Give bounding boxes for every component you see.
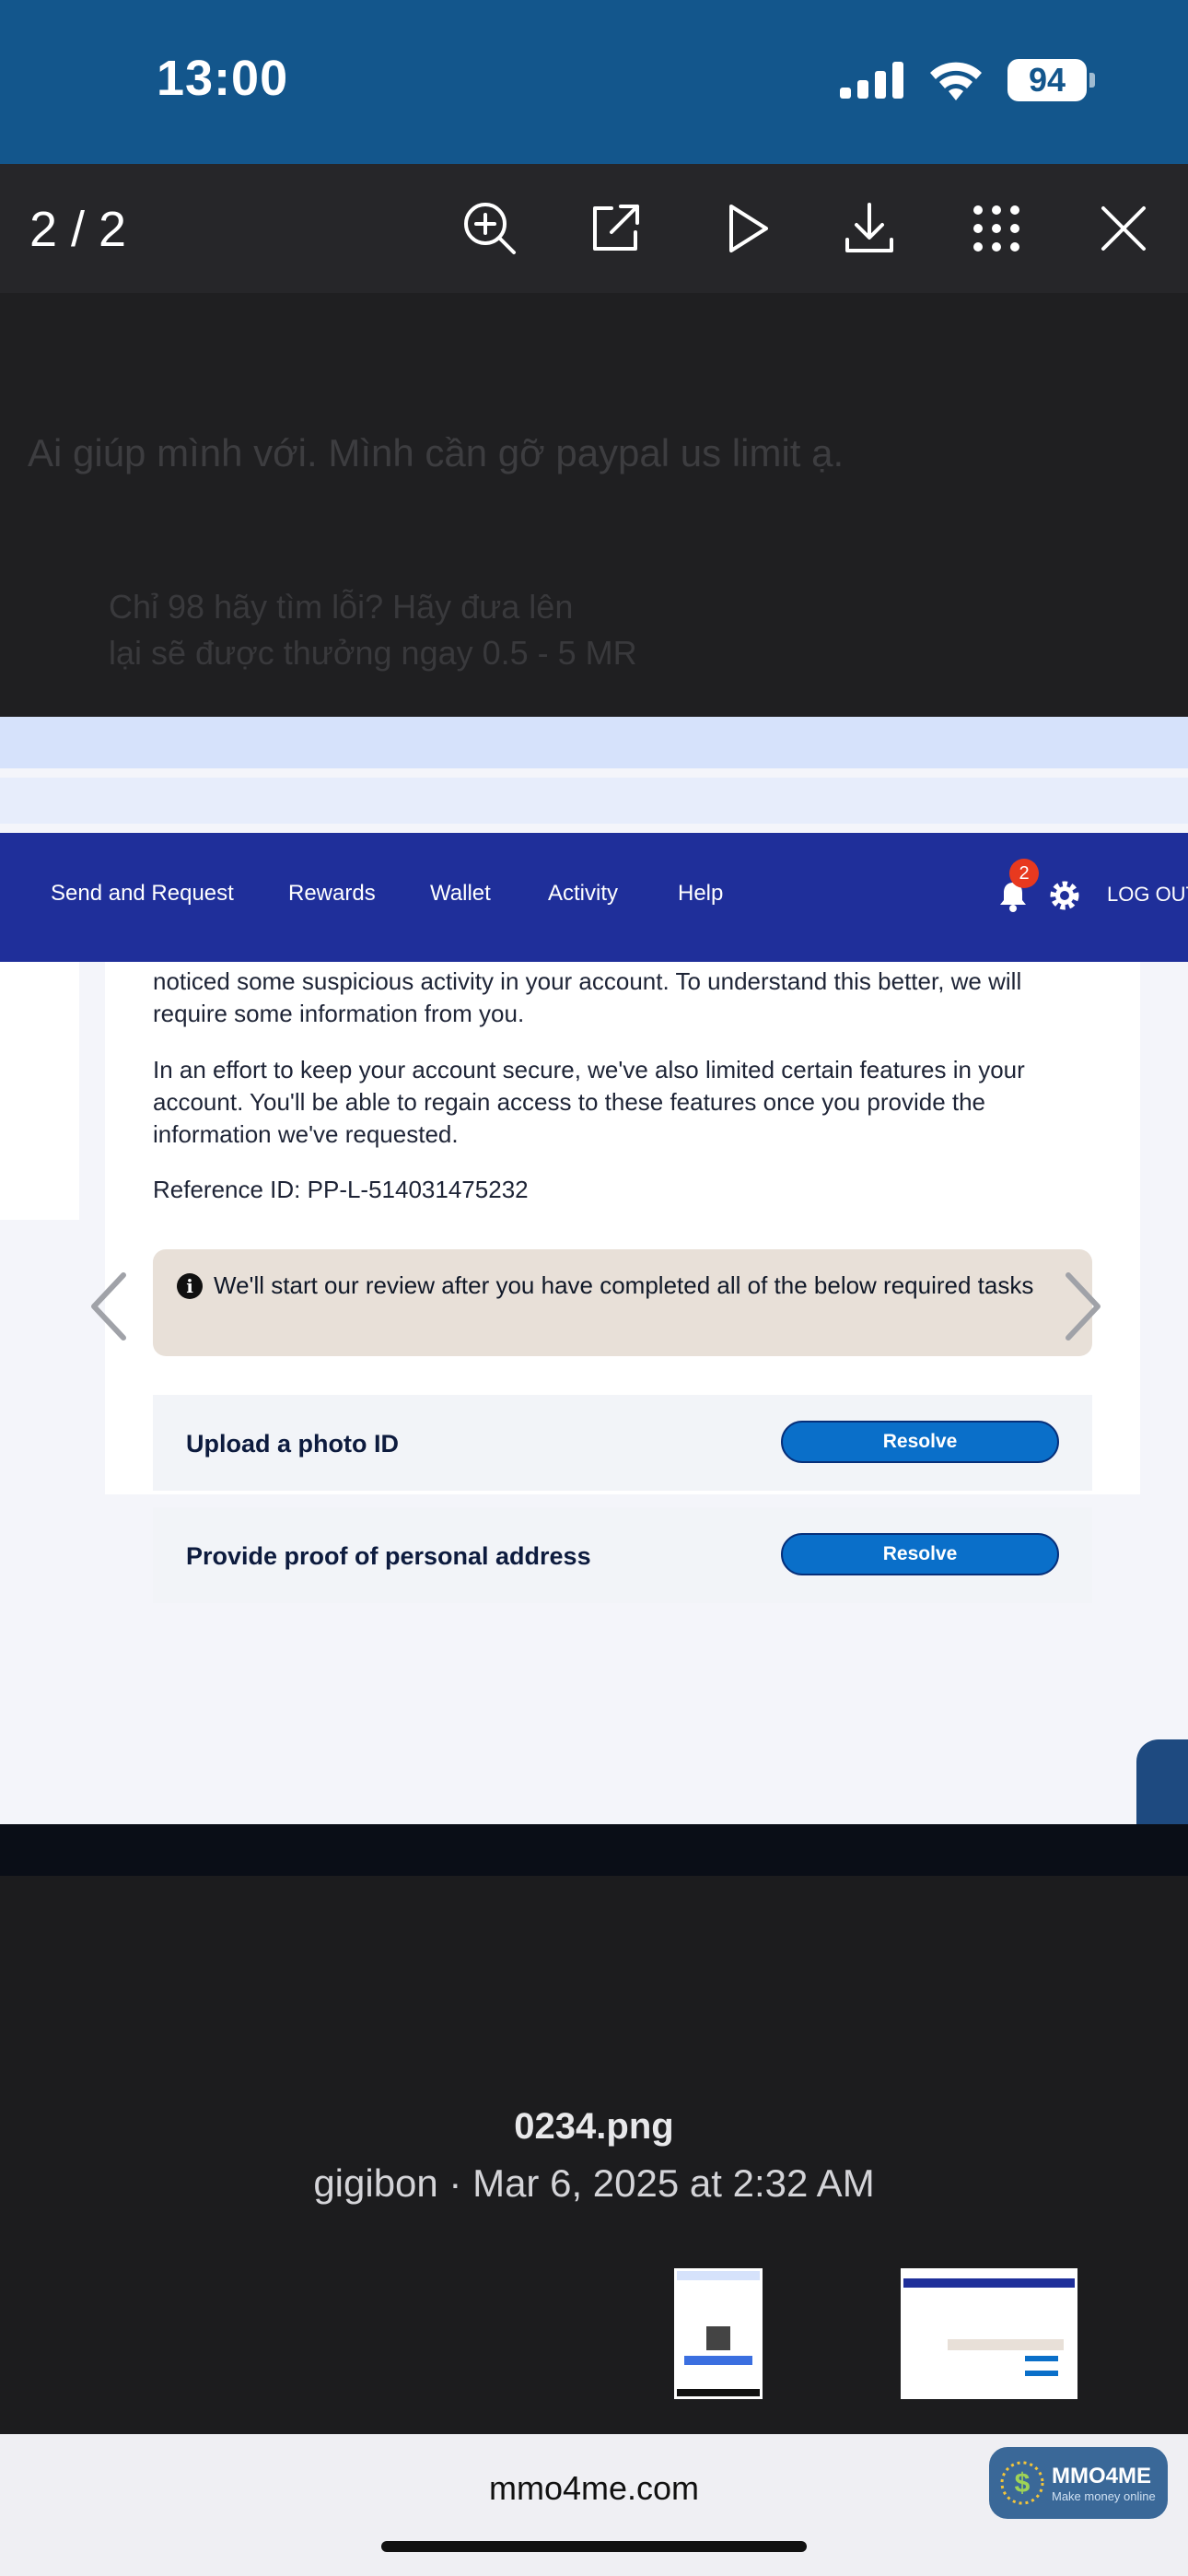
zoom-in-icon [464,203,516,254]
review-alert: i We'll start our review after you have … [153,1249,1092,1356]
image-caption: 0234.png gigibon · Mar 6, 2025 at 2:32 A… [0,1876,1188,2434]
background-thread-title: Ai giúp mình với. Mình cần gỡ paypal us … [28,431,844,474]
status-bar: 13:00 94 [0,0,1188,164]
thumbnail-footer [677,2389,760,2396]
zoom-in-button[interactable] [453,192,527,265]
image-top-band [0,717,1188,768]
task-proof-of-address: Provide proof of personal address Resolv… [153,1507,1092,1603]
cellular-signal-icon [840,62,903,99]
thumbnail-1[interactable] [674,2268,763,2399]
thumbnail-header [677,2271,760,2280]
notification-badge: 2 [1009,859,1039,888]
battery-level: 94 [1007,59,1087,101]
status-icons: 94 [840,57,1095,103]
mmo4me-logo: $ MMO4ME Make money online [989,2447,1168,2519]
status-time: 13:00 [157,51,289,106]
page-counter: 2 / 2 [29,202,127,257]
battery-indicator: 94 [1007,59,1095,101]
viewer-toolbar: 2 / 2 [0,164,1188,293]
background-promo-line: Chỉ 98 hãy tìm lỗi? Hãy đưa lên [109,588,574,626]
nav-rewards: Rewards [288,881,376,906]
thumbnail-alert [948,2339,1064,2350]
nav-wallet: Wallet [430,881,491,906]
gear-icon [1050,881,1079,910]
grid-icon [973,205,1019,252]
floating-widget [1136,1739,1188,1824]
svg-text:$: $ [1015,2468,1031,2499]
resolve-button: Resolve [781,1421,1059,1463]
home-indicator[interactable] [381,2541,807,2552]
previous-image-arrow-icon[interactable] [87,1270,133,1343]
battery-cap [1089,73,1095,88]
thumbnail-2-selected[interactable] [901,2268,1077,2399]
nav-activity: Activity [548,881,619,906]
thumbnail-button [1025,2371,1058,2376]
logo-name: MMO4ME [1052,2463,1151,2488]
task-label: Provide proof of personal address [186,1542,591,1570]
paypal-navbar: Send and Request Rewards Wallet Activity… [0,833,1188,962]
info-icon: i [177,1273,203,1299]
image-bottom-strip [0,1824,1188,1876]
viewed-image: Send and Request Rewards Wallet Activity… [0,717,1188,1824]
image-second-band [0,778,1188,824]
download-button[interactable] [833,192,906,265]
qr-code-thumbnail [706,2326,730,2350]
file-name: 0234.png [514,2106,674,2147]
resolve-button: Resolve [781,1533,1059,1575]
wifi-icon [930,62,982,100]
background-page: Ai giúp mình với. Mình cần gỡ paypal us … [0,293,1188,717]
thumbnail-button [1025,2356,1058,2361]
thumbnail-navbar [903,2278,1075,2288]
close-icon [1101,206,1146,251]
next-image-arrow-icon[interactable] [1059,1270,1105,1343]
nav-help: Help [678,881,724,906]
task-photo-id: Upload a photo ID Resolve [153,1395,1092,1491]
file-meta: gigibon · Mar 6, 2025 at 2:32 AM [313,2161,875,2205]
limitation-paragraph: In an effort to keep your account secure… [153,1056,1025,1148]
logo-text: MMO4ME Make money online [1052,2464,1156,2503]
browser-address-bar[interactable]: mmo4me.com $ MMO4ME Make money online [0,2434,1188,2576]
logout-link: LOG OUT [1107,883,1188,906]
logo-tagline: Make money online [1052,2488,1156,2503]
play-icon [729,205,768,252]
share-button[interactable] [578,192,652,265]
download-icon [845,203,893,252]
dollar-logo-icon: $ [1000,2461,1044,2505]
nav-send-request: Send and Request [51,881,234,906]
slideshow-button[interactable] [711,192,785,265]
alert-text: We'll start our review after you have co… [214,1271,1034,1299]
task-label: Upload a photo ID [186,1430,399,1458]
left-side-panel [0,962,79,1220]
notice-paragraph: noticed some suspicious activity in your… [153,967,1022,1027]
reference-id: Reference ID: PP-L-514031475232 [153,1176,529,1203]
thumbnail-highlight [684,2356,752,2365]
close-button[interactable] [1087,192,1160,265]
background-reward-line: lại sẽ được thưởng ngay 0.5 - 5 MR [109,634,637,672]
share-external-icon [593,205,639,251]
grid-view-button[interactable] [960,192,1033,265]
